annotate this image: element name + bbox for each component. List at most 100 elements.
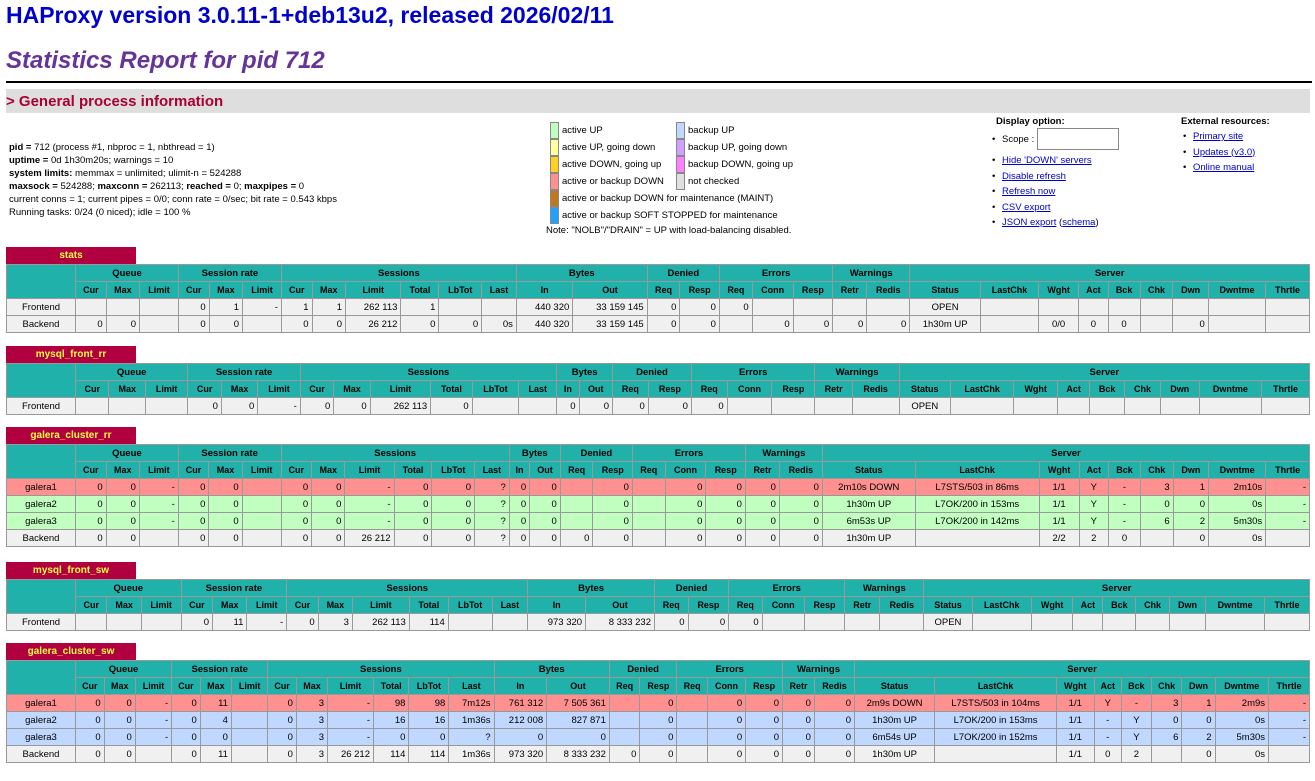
- cell: 0: [559, 529, 594, 547]
- cell: 1/1: [1056, 728, 1095, 746]
- cell: -: [1265, 478, 1310, 496]
- row-name[interactable]: Frontend: [6, 397, 76, 415]
- row-name[interactable]: Frontend: [6, 298, 76, 316]
- cell: 0: [592, 512, 633, 530]
- column-header: Total: [408, 596, 449, 614]
- opt-csv: CSV export: [990, 200, 1175, 216]
- row-name[interactable]: Backend: [6, 315, 76, 333]
- cell: 0: [393, 478, 433, 496]
- group-header: Warnings: [844, 579, 925, 597]
- cell: 1/1: [1038, 495, 1080, 513]
- table-row: Frontend 0 11-0 3 262 113 114 973 320 8 333 232…: [6, 613, 1311, 631]
- cell: [230, 711, 269, 729]
- cell: ?: [474, 529, 510, 547]
- proxy-name-galera_cluster_rr[interactable]: galera_cluster_rr: [6, 427, 136, 444]
- disable-refresh-link[interactable]: Disable refresh: [1002, 171, 1066, 182]
- cell: 0: [508, 529, 531, 547]
- cell: 0: [679, 298, 720, 316]
- cell: [1057, 397, 1091, 415]
- cell: -: [1268, 728, 1310, 746]
- ext-manual: Online manual: [1181, 160, 1270, 176]
- cell: 0: [103, 694, 136, 712]
- schema-link[interactable]: schema: [1062, 217, 1095, 228]
- column-header: Act: [1078, 281, 1109, 299]
- cell: 0: [705, 495, 746, 513]
- cell: 98: [372, 694, 410, 712]
- cell: [631, 478, 666, 496]
- legend-item: active or backup SOFT STOPPED for mainte…: [550, 207, 778, 224]
- cell: 0: [372, 728, 410, 746]
- proxy-name-stats[interactable]: stats: [6, 247, 136, 264]
- row-name[interactable]: Frontend: [6, 613, 76, 631]
- column-header: Req: [676, 677, 708, 695]
- cell: [1265, 315, 1310, 333]
- display-options: Display option: Scope : Hide 'DOWN' serv…: [990, 116, 1175, 231]
- column-header: Status: [853, 677, 936, 695]
- cell: 1/1: [1038, 478, 1080, 496]
- column-header: Cur: [180, 596, 214, 614]
- cell: 0: [208, 478, 243, 496]
- json-export-link[interactable]: JSON export: [1002, 217, 1056, 228]
- cell: -: [1093, 711, 1122, 729]
- row-name[interactable]: galera2: [6, 711, 76, 729]
- legend-label: active DOWN, going up: [562, 159, 662, 170]
- updates-link[interactable]: Updates (v3.0): [1193, 147, 1255, 158]
- table-row: galera1 0 0-0 11 0 3-98 98 7m12s 761 312 7 505 36…: [6, 694, 1310, 712]
- row-name[interactable]: galera1: [6, 478, 76, 496]
- scope-input[interactable]: [1036, 128, 1119, 151]
- legend-swatch: [550, 207, 559, 224]
- row-name[interactable]: Backend: [6, 745, 76, 763]
- column-header: Act: [1093, 677, 1122, 695]
- legend-label: active UP, going down: [562, 142, 656, 153]
- cell: -: [138, 478, 179, 496]
- column-header: Dwntme: [1214, 677, 1270, 695]
- legend-swatch: [550, 173, 559, 190]
- legend-label: active UP: [562, 125, 603, 136]
- column-header: Retr: [844, 596, 881, 614]
- cell: 0: [778, 478, 823, 496]
- group-header: Session rate: [177, 264, 282, 282]
- online-manual-link[interactable]: Online manual: [1193, 162, 1254, 173]
- group-header: Session rate: [171, 660, 269, 678]
- column-header: Status: [909, 281, 982, 299]
- column-header: Cur: [177, 281, 210, 299]
- primary-site-link[interactable]: Primary site: [1193, 131, 1243, 142]
- cell: [676, 711, 708, 729]
- cell: 0: [529, 529, 561, 547]
- column-header: Limit: [327, 677, 374, 695]
- cell: 0: [431, 478, 476, 496]
- cell: 0: [744, 512, 780, 530]
- row-name[interactable]: Backend: [6, 529, 76, 547]
- row-name[interactable]: galera3: [6, 728, 76, 746]
- cell: 98: [408, 694, 450, 712]
- column-header: Total: [372, 677, 410, 695]
- cell: 0: [529, 512, 561, 530]
- proxy-name-mysql_front_sw[interactable]: mysql_front_sw: [6, 562, 136, 579]
- cell: 1h30m UP: [853, 711, 936, 729]
- group-header: Denied: [559, 444, 633, 462]
- proxy-name-mysql_front_rr[interactable]: mysql_front_rr: [6, 346, 136, 363]
- group-header: Errors: [718, 264, 834, 282]
- column-header: Max: [199, 677, 232, 695]
- refresh-now-link[interactable]: Refresh now: [1002, 186, 1055, 197]
- cell: [1207, 315, 1267, 333]
- csv-export-link[interactable]: CSV export: [1002, 202, 1051, 213]
- cell: 1/1: [1038, 512, 1080, 530]
- cell: [241, 495, 282, 513]
- column-header: LastChk: [914, 461, 1040, 479]
- row-name[interactable]: galera2: [6, 495, 76, 513]
- row-name[interactable]: galera3: [6, 512, 76, 530]
- column-header: Cur: [74, 380, 110, 398]
- cell: -: [134, 694, 173, 712]
- cell: 761 312: [493, 694, 548, 712]
- proxy-name-galera_cluster_sw[interactable]: galera_cluster_sw: [6, 643, 136, 660]
- column-header: Total: [430, 380, 473, 398]
- column-header: Dwn: [1172, 281, 1209, 299]
- row-name[interactable]: galera1: [6, 694, 76, 712]
- hide-down-link[interactable]: Hide 'DOWN' servers: [1002, 155, 1092, 166]
- cell: L7STS/503 in 104ms: [934, 694, 1058, 712]
- column-header: Dwn: [1172, 461, 1210, 479]
- cell: 7 505 361: [546, 694, 610, 712]
- column-header: Max: [311, 461, 346, 479]
- cell: 0: [177, 298, 210, 316]
